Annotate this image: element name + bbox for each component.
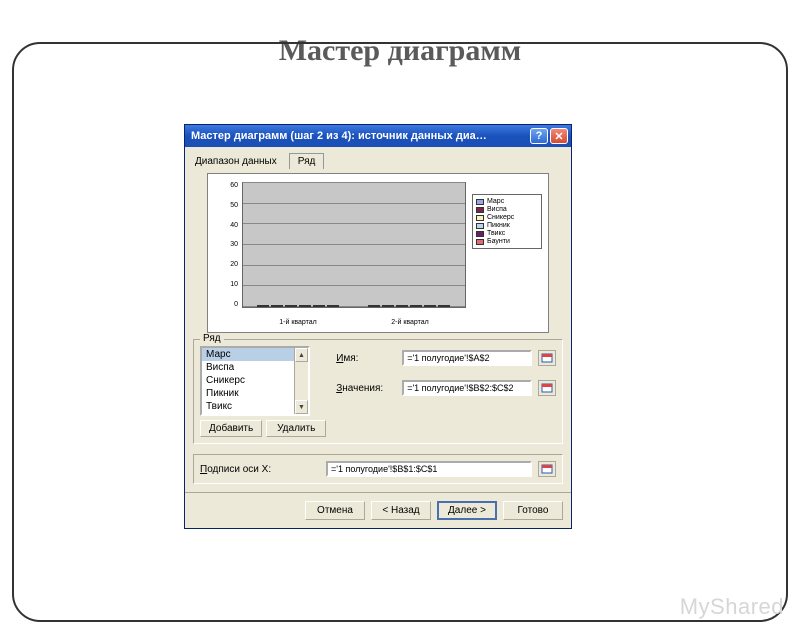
- legend-label: Марс: [487, 198, 504, 205]
- bar-group: [257, 305, 339, 307]
- listbox-scrollbar[interactable]: ▲ ▼: [294, 348, 308, 414]
- list-item[interactable]: Сникерс: [202, 374, 308, 387]
- legend-label: Пикник: [487, 222, 510, 229]
- bar: [424, 305, 436, 307]
- y-tick: 30: [214, 241, 238, 248]
- bar: [271, 305, 283, 307]
- legend-item: Баунти: [476, 238, 538, 245]
- y-tick: 10: [214, 281, 238, 288]
- xaxis-label: Подписи оси X:: [200, 464, 320, 475]
- series-name-input[interactable]: [402, 350, 532, 366]
- bar: [299, 305, 311, 307]
- series-listbox[interactable]: МарсВиспаСникерсПикникТвикс ▲ ▼: [200, 346, 310, 416]
- bar: [327, 305, 339, 307]
- y-axis-ticks: 60 50 40 30 20 10 0: [214, 182, 238, 308]
- titlebar[interactable]: Мастер диаграмм (шаг 2 из 4): источник д…: [185, 125, 571, 147]
- tabs: Диапазон данных Ряд: [193, 153, 563, 169]
- scroll-down-icon[interactable]: ▼: [295, 400, 308, 414]
- list-item[interactable]: Марс: [202, 348, 308, 361]
- legend-item: Твикс: [476, 230, 538, 237]
- y-tick: 60: [214, 182, 238, 189]
- series-values-input[interactable]: [402, 380, 532, 396]
- name-label: Имя:: [336, 353, 396, 364]
- add-series-button[interactable]: Добавить: [200, 420, 262, 437]
- remove-series-button[interactable]: Удалить: [266, 420, 326, 437]
- y-tick: 40: [214, 222, 238, 229]
- bar: [285, 305, 297, 307]
- values-label: Значения:: [336, 383, 396, 394]
- legend-label: Твикс: [487, 230, 505, 237]
- legend-swatch: [476, 223, 484, 229]
- next-button[interactable]: Далее >: [437, 501, 497, 520]
- x-axis-labels: 1-й квартал2-й квартал: [242, 319, 466, 326]
- bar: [396, 305, 408, 307]
- legend-swatch: [476, 207, 484, 213]
- x-tick-label: 2-й квартал: [354, 319, 466, 326]
- bar: [313, 305, 325, 307]
- legend-label: Баунти: [487, 238, 510, 245]
- dialog-footer: Отмена < Назад Далее > Готово: [185, 492, 571, 528]
- xaxis-panel: Подписи оси X:: [193, 454, 563, 484]
- xaxis-input[interactable]: [326, 461, 532, 477]
- bar-group: [368, 305, 450, 307]
- range-picker-values-icon[interactable]: [538, 380, 556, 396]
- bar: [368, 305, 380, 307]
- window-title: Мастер диаграмм (шаг 2 из 4): источник д…: [191, 130, 528, 142]
- scroll-up-icon[interactable]: ▲: [295, 348, 308, 362]
- legend-swatch: [476, 231, 484, 237]
- series-panel: Ряд МарсВиспаСникерсПикникТвикс ▲ ▼ Доба…: [193, 339, 563, 444]
- bar: [382, 305, 394, 307]
- x-tick-label: 1-й квартал: [242, 319, 354, 326]
- help-button[interactable]: ?: [530, 128, 548, 144]
- legend-item: Виспа: [476, 206, 538, 213]
- legend-item: Марс: [476, 198, 538, 205]
- list-item[interactable]: Пикник: [202, 387, 308, 400]
- range-picker-xaxis-icon[interactable]: [538, 461, 556, 477]
- series-panel-legend: Ряд: [200, 333, 224, 344]
- list-item[interactable]: Твикс: [202, 400, 308, 413]
- bar: [257, 305, 269, 307]
- bar: [438, 305, 450, 307]
- close-button[interactable]: ✕: [550, 128, 568, 144]
- range-picker-name-icon[interactable]: [538, 350, 556, 366]
- bar: [410, 305, 422, 307]
- chart-legend: МарсВиспаСникерсПикникТвиксБаунти: [472, 194, 542, 249]
- legend-swatch: [476, 239, 484, 245]
- finish-button[interactable]: Готово: [503, 501, 563, 520]
- back-button[interactable]: < Назад: [371, 501, 431, 520]
- plot-area: [242, 182, 466, 308]
- watermark: MyShared: [680, 594, 784, 620]
- y-tick: 50: [214, 202, 238, 209]
- tab-series[interactable]: Ряд: [289, 153, 325, 169]
- legend-swatch: [476, 215, 484, 221]
- chart-wizard-dialog: Мастер диаграмм (шаг 2 из 4): источник д…: [184, 124, 572, 529]
- legend-item: Сникерс: [476, 214, 538, 221]
- legend-swatch: [476, 199, 484, 205]
- list-item[interactable]: Виспа: [202, 361, 308, 374]
- legend-label: Сникерс: [487, 214, 514, 221]
- chart-preview: 60 50 40 30 20 10 0 1-й квартал2-й квартал Мар…: [207, 173, 549, 333]
- tab-data-range[interactable]: Диапазон данных: [193, 154, 279, 169]
- legend-label: Виспа: [487, 206, 507, 213]
- y-tick: 20: [214, 261, 238, 268]
- legend-item: Пикник: [476, 222, 538, 229]
- cancel-button[interactable]: Отмена: [305, 501, 365, 520]
- y-tick: 0: [214, 301, 238, 308]
